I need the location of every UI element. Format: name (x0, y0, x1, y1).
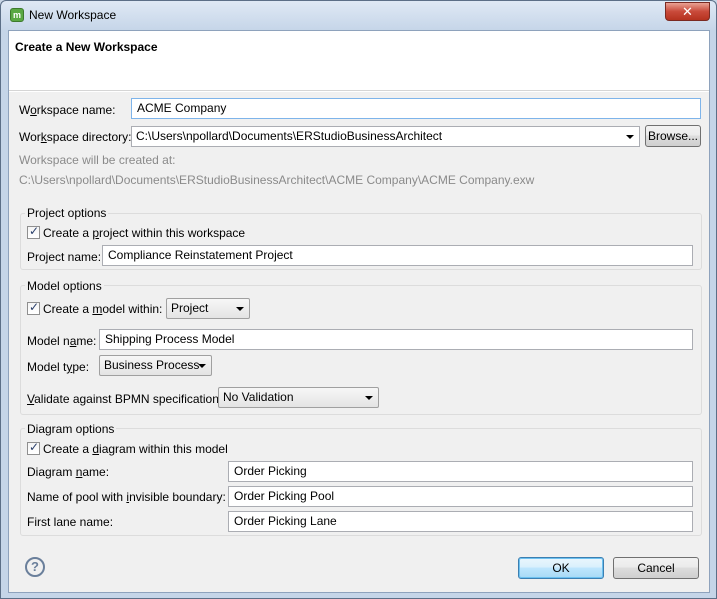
cancel-button[interactable]: Cancel (613, 557, 699, 579)
check-icon: ✓ (29, 300, 40, 314)
ok-button[interactable]: OK (518, 557, 604, 579)
workspace-name-input[interactable]: ACME Company (131, 98, 701, 119)
new-workspace-dialog: m New Workspace ✕ Create a New Workspace… (0, 0, 717, 599)
diagram-name-label: Diagram name: (27, 465, 110, 479)
chevron-down-icon[interactable] (365, 396, 373, 400)
project-options-title: Project options (25, 206, 109, 220)
model-type-value: Business Process (104, 358, 200, 372)
check-icon: ✓ (29, 224, 40, 238)
validate-bpmn-select[interactable]: No Validation (218, 387, 379, 408)
app-icon: m (10, 8, 24, 22)
browse-button[interactable]: Browse... (645, 125, 701, 147)
first-lane-name-label: First lane name: (27, 515, 114, 529)
chevron-down-icon[interactable] (198, 364, 206, 368)
create-model-checkbox[interactable]: ✓ (27, 300, 40, 315)
close-icon: ✕ (682, 4, 693, 19)
project-name-input[interactable]: Compliance Reinstatement Project (102, 245, 693, 266)
first-lane-name-input[interactable]: Order Picking Lane (228, 511, 693, 532)
model-type-select[interactable]: Business Process (99, 355, 212, 376)
model-name-input[interactable]: Shipping Process Model (99, 329, 693, 350)
help-icon[interactable]: ? (25, 557, 45, 577)
workspace-directory-label: Workspace directory: (19, 130, 132, 144)
created-at-path: C:\Users\npollard\Documents\ERStudioBusi… (19, 173, 535, 187)
project-name-label: Project name: (27, 250, 102, 264)
diagram-options-title: Diagram options (25, 422, 117, 436)
create-project-label[interactable]: Create a project within this workspace (43, 226, 245, 240)
create-diagram-label[interactable]: Create a diagram within this model (43, 442, 228, 456)
created-at-label: Workspace will be created at: (19, 153, 176, 167)
chevron-down-icon[interactable] (236, 307, 244, 311)
create-project-checkbox[interactable]: ✓ (27, 224, 40, 239)
diagram-name-input[interactable]: Order Picking (228, 461, 693, 482)
chevron-down-icon[interactable] (626, 135, 634, 139)
validate-bpmn-value: No Validation (223, 390, 294, 404)
create-diagram-checkbox[interactable]: ✓ (27, 440, 40, 455)
validate-bpmn-label: Validate against BPMN specification: (27, 392, 223, 406)
title-bar[interactable]: m New Workspace ✕ (1, 1, 716, 29)
window-title: New Workspace (29, 8, 117, 22)
close-button[interactable]: ✕ (665, 2, 710, 21)
page-title: Create a New Workspace (15, 40, 158, 54)
model-within-select[interactable]: Project (166, 298, 250, 319)
model-within-value: Project (171, 301, 209, 315)
dialog-client-area: Create a New Workspace Workspace name: A… (8, 30, 710, 593)
workspace-directory-value: C:\Users\npollard\Documents\ERStudioBusi… (136, 129, 443, 143)
workspace-name-label: Workspace name: (19, 103, 116, 117)
model-options-title: Model options (25, 279, 104, 293)
model-name-label: Model name: (27, 334, 97, 348)
workspace-directory-combo[interactable]: C:\Users\npollard\Documents\ERStudioBusi… (131, 126, 640, 147)
banner-separator (9, 91, 709, 92)
model-type-label: Model type: (27, 360, 90, 374)
pool-name-input[interactable]: Order Picking Pool (228, 486, 693, 507)
create-model-label[interactable]: Create a model within: (43, 302, 162, 316)
check-icon: ✓ (29, 440, 40, 454)
header-banner: Create a New Workspace (9, 31, 709, 91)
pool-name-label: Name of pool with invisible boundary: (27, 490, 226, 504)
